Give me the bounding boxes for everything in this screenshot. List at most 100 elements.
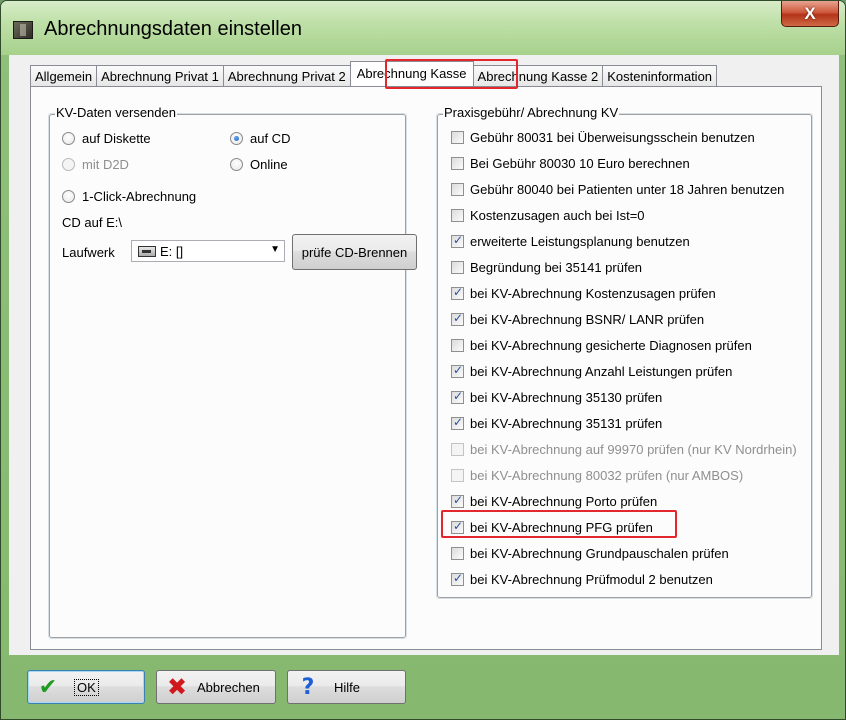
checkbox-begruendung-35141[interactable]: Begründung bei 35141 prüfen (451, 260, 642, 275)
radio-circle-selected (230, 132, 243, 145)
checkbox-label: bei KV-Abrechnung auf 99970 prüfen (nur … (470, 442, 797, 457)
checkbox-label: bei KV-Abrechnung Kostenzusagen prüfen (470, 286, 716, 301)
checkbox-35130-pruefen[interactable]: bei KV-Abrechnung 35130 prüfen (451, 389, 663, 405)
checkbox-label: bei KV-Abrechnung 35130 prüfen (470, 390, 663, 405)
checkbox-kostenzusagen-pruefen[interactable]: bei KV-Abrechnung Kostenzusagen prüfen (451, 285, 716, 301)
checkbox-box (451, 469, 464, 482)
checkbox-box (451, 339, 464, 352)
checkbox-grundpauschalen-pruefen[interactable]: bei KV-Abrechnung Grundpauschalen prüfen (451, 546, 729, 561)
radio-1-click-label: 1-Click-Abrechnung (82, 189, 197, 204)
checkbox-label: bei KV-Abrechnung PFG prüfen (470, 520, 653, 535)
checkbox-box (451, 209, 464, 222)
checkbox-gesicherte-diagnosen[interactable]: bei KV-Abrechnung gesicherte Diagnosen p… (451, 338, 752, 353)
checkbox-label: bei KV-Abrechnung BSNR/ LANR prüfen (470, 312, 705, 327)
radio-circle (230, 158, 243, 171)
checkbox-label: bei KV-Abrechnung Grundpauschalen prüfen (470, 546, 729, 561)
checkbox-label: Bei Gebühr 80030 10 Euro berechnen (470, 156, 690, 171)
checkbox-label: bei KV-Abrechnung 35131 prüfen (470, 416, 663, 431)
checkbox-label: Gebühr 80040 bei Patienten unter 18 Jahr… (470, 182, 785, 197)
radio-auf-cd[interactable]: auf CD (230, 131, 290, 146)
ok-button-label: OK (74, 678, 99, 696)
checkbox-erweiterte-leistungsplanung[interactable]: erweiterte Leistungsplanung benutzen (451, 233, 690, 249)
window-title: Abrechnungsdaten einstellen (44, 18, 302, 40)
radio-circle (62, 190, 75, 203)
checkbox-box-checked (451, 415, 464, 430)
radio-online[interactable]: Online (230, 157, 288, 172)
checkbox-box-checked (451, 519, 464, 534)
ok-button[interactable]: ✔ OK (27, 670, 145, 704)
radio-circle (62, 132, 75, 145)
checkbox-label: Kostenzusagen auch bei Ist=0 (470, 208, 645, 223)
cd-path-label: CD auf E:\ (62, 215, 122, 230)
checkbox-box (451, 261, 464, 274)
checkbox-box (451, 157, 464, 170)
app-icon (13, 21, 33, 39)
help-button-label: Hilfe (334, 679, 361, 695)
cancel-x-icon: ✖ (166, 673, 188, 701)
radio-1-click-abrechnung[interactable]: 1-Click-Abrechnung (62, 189, 196, 204)
checkbox-anzahl-leistungen[interactable]: bei KV-Abrechnung Anzahl Leistungen prüf… (451, 363, 733, 379)
title-bar[interactable]: Abrechnungsdaten einstellen X (1, 1, 845, 55)
tab-abrechnung-kasse-2[interactable]: Abrechnung Kasse 2 (473, 65, 603, 87)
tab-allgemein[interactable]: Allgemein (30, 65, 97, 87)
checkbox-gebuehr-80031[interactable]: Gebühr 80031 bei Überweisungsschein benu… (451, 130, 755, 145)
kv-daten-group-title: KV-Daten versenden (55, 105, 177, 121)
drive-icon (138, 245, 156, 257)
tab-abrechnung-kasse[interactable]: Abrechnung Kasse (349, 61, 474, 87)
checkbox-label: Gebühr 80031 bei Überweisungsschein benu… (470, 130, 755, 145)
praxisgebuehr-group-title: Praxisgebühr/ Abrechnung KV (443, 105, 620, 121)
tab-abrechnung-privat-1[interactable]: Abrechnung Privat 1 (96, 65, 223, 87)
checkbox-gebuehr-80030[interactable]: Bei Gebühr 80030 10 Euro berechnen (451, 156, 690, 171)
dialog-window: Abrechnungsdaten einstellen X Allgemein … (0, 0, 846, 720)
pruefe-cd-brennen-button[interactable]: prüfe CD-Brennen (292, 234, 417, 270)
dialog-client: Allgemein Abrechnung Privat 1 Abrechnung… (9, 55, 839, 655)
cancel-button[interactable]: ✖ Abbrechen (156, 670, 276, 704)
cancel-button-label: Abbrechen (197, 679, 260, 695)
checkbox-gebuehr-80040[interactable]: Gebühr 80040 bei Patienten unter 18 Jahr… (451, 182, 784, 197)
checkbox-pfg-pruefen[interactable]: bei KV-Abrechnung PFG prüfen (451, 519, 653, 535)
laufwerk-select[interactable]: E: [] ▼ (131, 240, 285, 262)
kv-daten-group: KV-Daten versenden auf Diskette auf CD m… (48, 105, 417, 639)
radio-auf-diskette[interactable]: auf Diskette (62, 131, 151, 146)
help-button[interactable]: ? Hilfe (287, 670, 406, 704)
checkbox-box-checked (451, 285, 464, 300)
checkbox-box-checked (451, 233, 464, 248)
checkbox-box-checked (451, 311, 464, 326)
checkbox-99970-nordrhein: bei KV-Abrechnung auf 99970 prüfen (nur … (451, 442, 797, 457)
checkbox-label: bei KV-Abrechnung gesicherte Diagnosen p… (470, 338, 752, 353)
chevron-down-icon[interactable]: ▼ (270, 244, 280, 255)
checkbox-80032-ambos: bei KV-Abrechnung 80032 prüfen (nur AMBO… (451, 468, 743, 483)
radio-mit-d2d: mit D2D (62, 157, 129, 172)
checkmark-icon: ✔ (38, 674, 58, 699)
checkbox-bsnr-lanr-pruefen[interactable]: bei KV-Abrechnung BSNR/ LANR prüfen (451, 311, 705, 327)
checkbox-box-checked (451, 389, 464, 404)
close-button[interactable]: X (781, 1, 839, 27)
checkbox-label: bei KV-Abrechnung Porto prüfen (470, 494, 658, 509)
praxisgebuehr-group: Praxisgebühr/ Abrechnung KV Gebühr 80031… (436, 105, 813, 599)
tab-abrechnung-privat-2[interactable]: Abrechnung Privat 2 (222, 65, 350, 87)
laufwerk-select-value: E: [] (160, 243, 184, 259)
laufwerk-label: Laufwerk (62, 245, 115, 260)
checkbox-label: bei KV-Abrechnung 80032 prüfen (nur AMBO… (470, 468, 744, 483)
checkbox-box (451, 547, 464, 560)
checkbox-pruefmodul-2[interactable]: bei KV-Abrechnung Prüfmodul 2 benutzen (451, 571, 713, 587)
checkbox-35131-pruefen[interactable]: bei KV-Abrechnung 35131 prüfen (451, 415, 663, 431)
checkbox-label: Begründung bei 35141 prüfen (470, 260, 643, 275)
checkbox-kostenzusagen-ist-0[interactable]: Kostenzusagen auch bei Ist=0 (451, 208, 645, 223)
radio-circle (62, 158, 75, 171)
checkbox-box (451, 443, 464, 456)
checkbox-label: bei KV-Abrechnung Anzahl Leistungen prüf… (470, 364, 733, 379)
tab-strip: Allgemein Abrechnung Privat 1 Abrechnung… (30, 61, 718, 87)
radio-auf-diskette-label: auf Diskette (82, 131, 151, 146)
checkbox-label: erweiterte Leistungsplanung benutzen (470, 234, 690, 249)
checkbox-box-checked (451, 493, 464, 508)
checkbox-label: bei KV-Abrechnung Prüfmodul 2 benutzen (470, 572, 713, 587)
tab-kosteninformation[interactable]: Kosteninformation (602, 65, 718, 87)
checkbox-box-checked (451, 363, 464, 378)
checkbox-porto-pruefen[interactable]: bei KV-Abrechnung Porto prüfen (451, 493, 658, 509)
checkbox-box (451, 183, 464, 196)
checkbox-box-checked (451, 571, 464, 586)
tab-panel-abrechnung-kasse: KV-Daten versenden auf Diskette auf CD m… (30, 86, 822, 650)
radio-auf-cd-label: auf CD (250, 131, 291, 146)
radio-mit-d2d-label: mit D2D (82, 157, 129, 172)
